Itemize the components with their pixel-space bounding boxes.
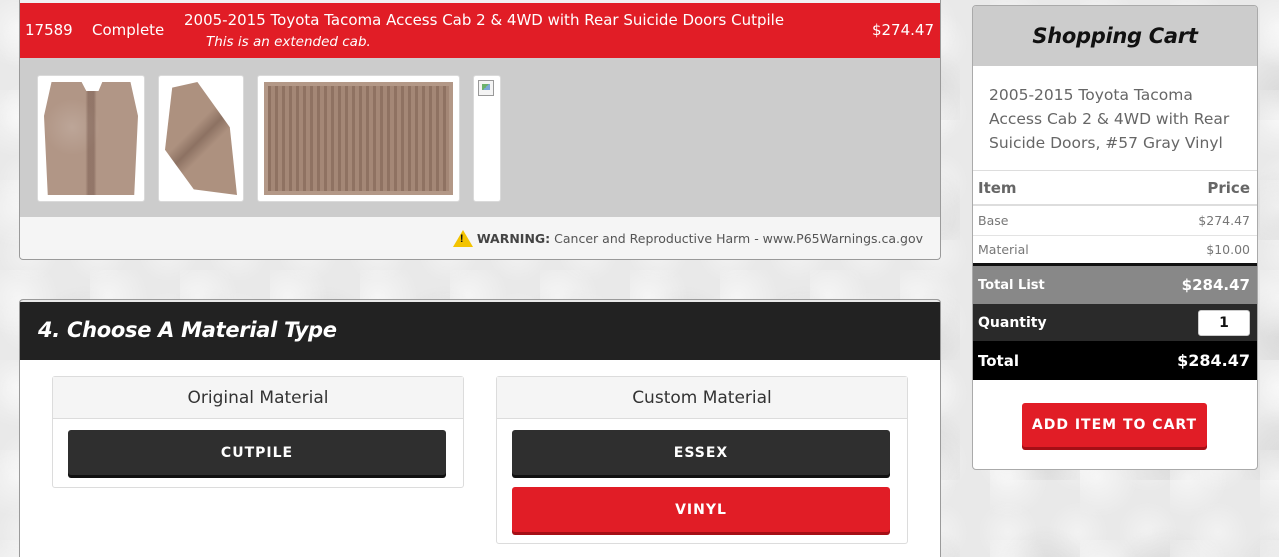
cart-line-label: Material: [978, 242, 1029, 257]
add-item-to-cart-button[interactable]: ADD ITEM TO CART: [1022, 403, 1207, 447]
total-list-value: $284.47: [1181, 276, 1250, 294]
broken-image-icon: [478, 80, 494, 96]
product-status: Complete: [92, 21, 165, 39]
product-gallery: [20, 60, 940, 217]
product-price: $274.47: [871, 21, 934, 39]
gallery-thumb-carpet-front[interactable]: [37, 75, 145, 202]
cart-line-material: Material $10.00: [973, 236, 1257, 266]
cart-item-description: 2005-2015 Toyota Tacoma Access Cab 2 & 4…: [973, 66, 1257, 171]
material-section-header: 4. Choose A Material Type: [20, 300, 940, 360]
cart-line-label: Base: [978, 213, 1009, 228]
original-material-box: Original Material CUTPILE: [52, 376, 464, 488]
warning-label: WARNING:: [476, 231, 551, 246]
total-label: Total: [978, 351, 1019, 370]
warning-triangle-icon: [452, 230, 473, 247]
material-option-essex-button[interactable]: ESSEX: [512, 430, 890, 475]
prop65-warning: WARNING: Cancer and Reproductive Harm - …: [20, 217, 940, 258]
custom-material-box: Custom Material ESSEX VINYL: [496, 376, 908, 544]
total-list-label: Total List: [978, 277, 1045, 293]
product-title: 2005-2015 Toyota Tacoma Access Cab 2 & 4…: [184, 11, 785, 29]
material-type-section: 4. Choose A Material Type Original Mater…: [19, 299, 941, 557]
material-section-title: 4. Choose A Material Type: [38, 318, 337, 342]
product-subtitle: This is an extended cab.: [206, 34, 371, 50]
shopping-cart: Shopping Cart 2005-2015 Toyota Tacoma Ac…: [972, 5, 1258, 470]
product-id: 17589: [25, 21, 73, 39]
gallery-thumb-carpet-side[interactable]: [158, 75, 244, 202]
product-header-bar[interactable]: 17589 Complete 2005-2015 Toyota Tacoma A…: [20, 0, 940, 60]
product-panel: 17589 Complete 2005-2015 Toyota Tacoma A…: [19, 0, 941, 260]
gallery-thumb-floor-mat[interactable]: [257, 75, 460, 202]
carpet-front-image: [44, 82, 138, 195]
cart-quantity-row: Quantity: [973, 304, 1257, 341]
gallery-thumb-broken[interactable]: [473, 75, 501, 202]
original-material-heading: Original Material: [53, 377, 463, 419]
total-value: $284.47: [1177, 351, 1250, 370]
cart-line-value: $10.00: [1206, 242, 1250, 257]
cart-total-row: Total $284.47: [973, 341, 1257, 380]
cart-total-list-row: Total List $284.47: [973, 266, 1257, 304]
material-option-vinyl-button[interactable]: VINYL: [512, 487, 890, 532]
cart-table-header: Item Price: [973, 171, 1257, 206]
cart-title: Shopping Cart: [973, 6, 1257, 66]
floor-mat-image: [264, 82, 453, 195]
material-option-cutpile-button[interactable]: CUTPILE: [68, 430, 446, 475]
cart-col-item: Item: [978, 178, 1017, 197]
quantity-input[interactable]: [1198, 309, 1250, 336]
carpet-side-image: [165, 82, 237, 195]
cart-line-value: $274.47: [1198, 213, 1250, 228]
custom-material-heading: Custom Material: [497, 377, 907, 419]
cart-col-price: Price: [1207, 178, 1250, 197]
warning-text: Cancer and Reproductive Harm - www.P65Wa…: [554, 231, 923, 246]
quantity-label: Quantity: [978, 314, 1047, 331]
cart-line-base: Base $274.47: [973, 206, 1257, 236]
